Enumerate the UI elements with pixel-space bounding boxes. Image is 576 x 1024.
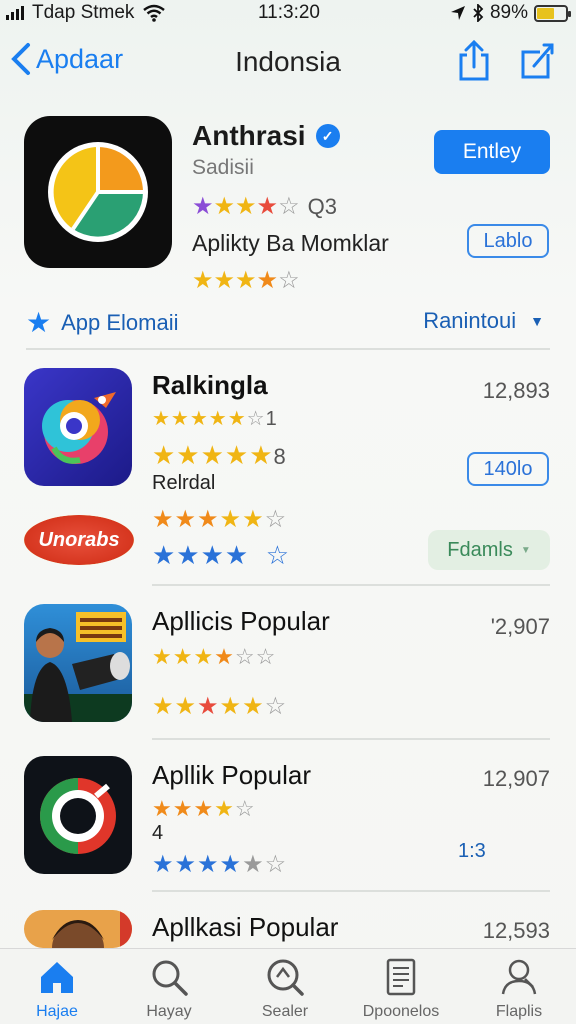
app-label: Relrdal (152, 472, 216, 494)
app-icon[interactable] (24, 756, 132, 874)
app-icon[interactable] (24, 910, 132, 948)
star-rating-icon: ★★★★☆ (152, 796, 256, 821)
tab-home[interactable]: Hajae (2, 957, 112, 1021)
portrait-icon (52, 910, 132, 948)
ranking-dropdown-label: Ranintoui (423, 308, 517, 333)
star-rating-icon: ★★★★☆ (192, 193, 300, 220)
explore-icon (267, 959, 304, 996)
chevron-left-icon (11, 43, 30, 75)
app-count: 12,593 (482, 918, 550, 943)
battery-percent: 89% (489, 2, 528, 23)
status-right: 89% (450, 2, 571, 24)
app-icon[interactable] (24, 604, 132, 722)
app-name[interactable]: Apllik Popular (152, 760, 311, 791)
back-button[interactable]: Apdaar (10, 42, 123, 76)
tab-label: Dpoonelos (362, 1003, 440, 1020)
tab-label: Hayay (146, 1003, 192, 1020)
ring-logo-icon (40, 778, 116, 854)
rating-note: 8 (273, 444, 287, 469)
section-header: ★ App Elomaii Ranintoui ▼ (26, 304, 550, 340)
label-button[interactable]: Lablo (467, 224, 549, 258)
star-rating-icon: ★★★★★☆1 (152, 408, 278, 430)
share-icon (459, 39, 489, 81)
edit-icon (521, 43, 554, 79)
filter-pill-label: Fdamls (447, 538, 513, 561)
app-side-value: 1:3 (458, 840, 486, 862)
filter-pill-button[interactable]: Fdamls ▼ (428, 530, 550, 570)
star-rating-icon: ★★★★ ☆ (152, 540, 290, 570)
status-time: 11:3:20 (258, 2, 320, 23)
promo-badge: Unorabs (24, 515, 134, 565)
app-name[interactable]: Apllkasi Popular (152, 912, 338, 943)
tab-search[interactable]: Hayay (114, 957, 224, 1021)
featured-app-subtitle: Sadisii (192, 156, 254, 179)
app-count: '2,907 (490, 614, 550, 639)
featured-app-icon[interactable] (24, 116, 172, 268)
row-divider (152, 584, 550, 586)
star-icon: ★ (26, 307, 52, 338)
ranking-dropdown[interactable]: Ranintoui ▼ (423, 308, 544, 334)
rating-note: 1 (265, 408, 278, 430)
search-icon (152, 960, 188, 996)
star-rating-icon: ★★★★★8 (152, 440, 287, 470)
app-count: 12,893 (482, 378, 550, 403)
document-icon (386, 958, 416, 996)
tab-explore[interactable]: Sealer (230, 957, 340, 1021)
row-divider (152, 738, 550, 740)
featured-rating: ★★★★☆ Q3 (192, 192, 337, 221)
status-bar: Tdap Stmek 11:3:20 89% (0, 0, 576, 26)
featured-app-description: Aplikty Ba Momklar (192, 230, 389, 256)
share-button[interactable] (454, 39, 494, 82)
location-arrow-icon (450, 6, 465, 20)
back-label: Apdaar (36, 43, 124, 74)
navigation-bar: Apdaar Indonsia (0, 36, 576, 88)
status-left: Tdap Stmek (6, 2, 166, 24)
person-camera-icon (24, 612, 132, 722)
star-rating-icon: ★★★★☆☆ (152, 644, 277, 669)
compose-button[interactable] (518, 40, 558, 82)
app-name[interactable]: Ralkingla (152, 370, 268, 401)
section-title-label: App Elomaii (61, 309, 179, 335)
version-button[interactable]: 140lo (467, 452, 549, 486)
star-rating-icon: ★★★★★☆ (152, 506, 288, 533)
section-divider (26, 348, 550, 350)
featured-secondary-rating: ★★★★☆ (192, 267, 300, 294)
battery-icon (534, 4, 571, 22)
get-button[interactable]: Entley (434, 130, 550, 174)
tab-label: Hajae (36, 1003, 78, 1020)
caret-down-icon: ▼ (520, 544, 531, 556)
app-note: 4 (152, 822, 164, 844)
featured-app-title: Anthrasi (192, 120, 306, 151)
carrier-name: Tdap Stmek (32, 2, 135, 23)
star-rating-icon: ★★★★★☆ (152, 851, 288, 878)
pie-logo-icon (48, 142, 148, 242)
row-divider (152, 890, 550, 892)
signal-icon (6, 6, 24, 20)
app-name[interactable]: Apllicis Popular (152, 606, 330, 637)
wifi-icon (143, 4, 166, 22)
tab-label: Flaplis (495, 1003, 543, 1020)
home-icon (41, 962, 73, 993)
section-title[interactable]: ★ App Elomaii (26, 306, 179, 339)
rating-count: Q3 (307, 193, 337, 219)
caret-down-icon: ▼ (530, 313, 544, 329)
bluetooth-icon (473, 4, 484, 22)
tab-documents[interactable]: Dpoonelos (346, 957, 456, 1021)
featured-app-name[interactable]: Anthrasi ✓ (192, 120, 340, 152)
tab-bar: Hajae Hayay Sealer Dpoonelos Flaplis (0, 948, 576, 1024)
tab-label: Sealer (261, 1003, 309, 1020)
app-count: 12,907 (482, 766, 550, 791)
profile-icon (501, 959, 537, 995)
verified-icon: ✓ (315, 124, 340, 148)
star-rating-icon: ★★★★★☆ (152, 693, 288, 720)
swirl-bird-icon (42, 392, 116, 464)
tab-profile[interactable]: Flaplis (464, 957, 574, 1021)
app-icon[interactable] (24, 368, 132, 486)
